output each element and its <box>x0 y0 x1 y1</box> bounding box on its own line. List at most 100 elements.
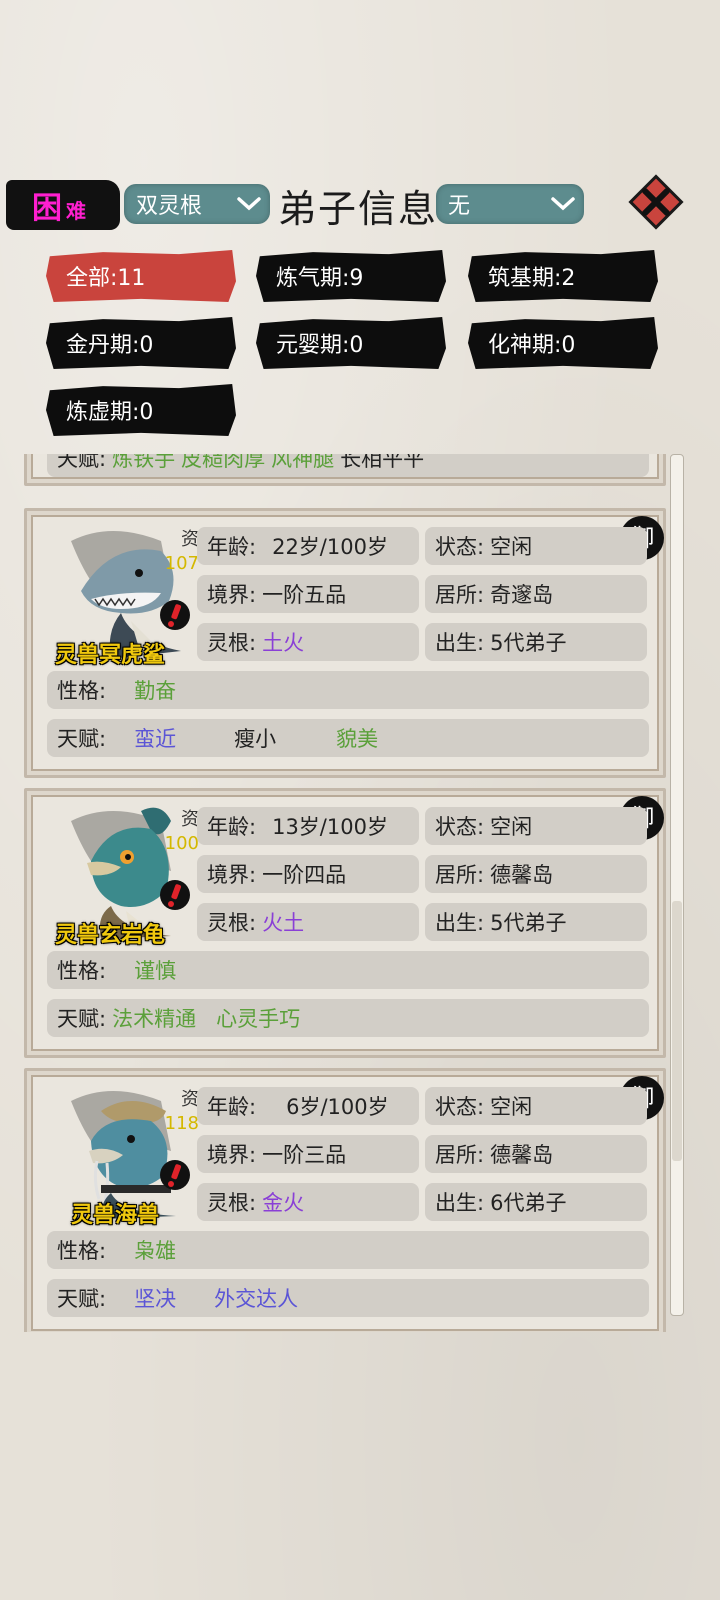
age-label: 年龄: <box>207 535 257 559</box>
residence-label: 居所: <box>435 863 485 887</box>
residence-label: 居所: <box>435 1143 485 1167</box>
difficulty-badge[interactable]: 困 难 <box>6 180 120 230</box>
page-title: 弟子信息 <box>278 187 439 231</box>
personality-field: 性格: 勤奋 <box>47 671 649 709</box>
age-field: 年龄: 22岁/100岁 <box>197 527 419 565</box>
birth-label: 出生: <box>435 1191 485 1215</box>
alert-icon <box>160 1160 190 1190</box>
age-field: 年龄: 6岁/100岁 <box>197 1087 419 1125</box>
residence-value: 德馨岛 <box>490 1143 554 1167</box>
filter-deity[interactable]: 化神期:0 <box>468 317 658 369</box>
residence-field: 居所: 奇邃岛 <box>425 575 647 613</box>
disciple-card[interactable]: 资 118 灵兽海兽 御 年龄: 6岁/100岁 状态: 空闲 境界: 一阶三品… <box>24 1068 666 1332</box>
birth-value: 5代弟子 <box>490 631 567 655</box>
scrollbar-thumb[interactable] <box>672 901 682 1161</box>
talent-field: 天赋: 法术精通 心灵手巧 <box>47 999 649 1037</box>
talent-value: 瘦小 <box>234 727 277 751</box>
status-value: 空闲 <box>490 1095 533 1119</box>
root-field: 灵根: 土火 <box>197 623 419 661</box>
list-scrollbar[interactable] <box>670 454 684 1316</box>
aptitude: 资 107 <box>159 525 199 574</box>
filter-void-refining[interactable]: 炼虚期:0 <box>46 384 236 436</box>
aptitude: 资 100 <box>159 805 199 854</box>
talent-value: 炼铁手 <box>112 454 176 471</box>
talent-field: 天赋: 坚决 外交达人 <box>47 1279 649 1317</box>
talent-value: 坚决 <box>134 1287 177 1311</box>
status-field: 状态: 空闲 <box>425 1087 647 1125</box>
talent-label: 天赋: <box>57 1287 107 1311</box>
residence-label: 居所: <box>435 583 485 607</box>
chevron-down-icon <box>237 197 261 211</box>
personality-value: 勤奋 <box>134 679 177 703</box>
status-field: 状态: 空闲 <box>425 807 647 845</box>
realm-label: 境界: <box>207 863 257 887</box>
talent-row: 天赋: 炼铁手 皮糙肉厚 风神腿 长相平平 <box>47 454 649 477</box>
root-label: 灵根: <box>207 631 257 655</box>
filter-label: 金丹期:0 <box>66 333 154 358</box>
personality-field: 性格: 枭雄 <box>47 1231 649 1269</box>
talent-value: 法术精通 <box>112 1007 197 1031</box>
filter-qi-refining[interactable]: 炼气期:9 <box>256 250 446 302</box>
disciple-name: 灵兽海兽 <box>71 1203 160 1228</box>
disciple-list[interactable]: 天赋: 炼铁手 皮糙肉厚 风神腿 长相平平 资 107 灵兽冥虎鲨 年龄: 22… <box>22 454 668 1332</box>
filter-label: 筑基期:2 <box>488 266 576 291</box>
filter-label: 全部:11 <box>66 266 146 291</box>
age-field: 年龄: 13岁/100岁 <box>197 807 419 845</box>
disciple-name: 灵兽玄岩龟 <box>55 923 166 948</box>
realm-field: 境界: 一阶三品 <box>197 1135 419 1173</box>
aptitude-value: 100 <box>164 833 199 854</box>
age-value: 13岁/100岁 <box>272 815 388 839</box>
root-filter-dropdown[interactable]: 双灵根 <box>124 184 270 224</box>
aptitude: 资 118 <box>159 1085 199 1134</box>
realm-label: 境界: <box>207 583 257 607</box>
difficulty-big: 困 <box>32 191 62 226</box>
alert-icon <box>160 880 190 910</box>
personality-label: 性格: <box>57 1239 107 1263</box>
status-filter-value: 无 <box>448 194 471 219</box>
age-value: 22岁/100岁 <box>272 535 388 559</box>
filter-label: 化神期:0 <box>488 333 576 358</box>
personality-label: 性格: <box>57 679 107 703</box>
disciple-card[interactable]: 资 107 灵兽冥虎鲨 御 年龄: 22岁/100岁 状态: 空闲 境界: 一阶… <box>24 508 666 778</box>
age-label: 年龄: <box>207 1095 257 1119</box>
filter-nascent-soul[interactable]: 元婴期:0 <box>256 317 446 369</box>
status-label: 状态: <box>435 1095 485 1119</box>
filter-foundation[interactable]: 筑基期:2 <box>468 250 658 302</box>
residence-value: 德馨岛 <box>490 863 554 887</box>
residence-value: 奇邃岛 <box>490 583 554 607</box>
talent-label: 天赋: <box>57 454 107 471</box>
realm-value: 一阶五品 <box>262 583 347 607</box>
disciple-card[interactable]: 天赋: 炼铁手 皮糙肉厚 风神腿 长相平平 <box>24 454 666 486</box>
talent-label: 天赋: <box>57 727 107 751</box>
root-filter-value: 双灵根 <box>136 194 203 219</box>
status-label: 状态: <box>435 535 485 559</box>
filter-label: 炼虚期:0 <box>66 400 154 425</box>
talent-value: 皮糙肉厚 <box>181 454 266 471</box>
personality-value: 枭雄 <box>134 1239 177 1263</box>
status-field: 状态: 空闲 <box>425 527 647 565</box>
disciple-name: 灵兽冥虎鲨 <box>55 643 166 668</box>
root-field: 灵根: 火土 <box>197 903 419 941</box>
difficulty-small: 难 <box>66 198 86 223</box>
root-value: 金火 <box>262 1191 305 1215</box>
disciple-card[interactable]: 资 100 灵兽玄岩龟 御 年龄: 13岁/100岁 状态: 空闲 境界: 一阶… <box>24 788 666 1058</box>
talent-value: 外交达人 <box>214 1287 299 1311</box>
status-label: 状态: <box>435 815 485 839</box>
root-value: 土火 <box>262 631 305 655</box>
talent-value: 蛮近 <box>134 727 177 751</box>
talent-value: 貌美 <box>336 727 379 751</box>
realm-value: 一阶三品 <box>262 1143 347 1167</box>
status-value: 空闲 <box>490 815 533 839</box>
close-icon[interactable] <box>626 172 686 232</box>
birth-field: 出生: 5代弟子 <box>425 623 647 661</box>
residence-field: 居所: 德馨岛 <box>425 855 647 893</box>
realm-field: 境界: 一阶五品 <box>197 575 419 613</box>
root-value: 火土 <box>262 911 305 935</box>
status-filter-dropdown[interactable]: 无 <box>436 184 584 224</box>
realm-label: 境界: <box>207 1143 257 1167</box>
filter-golden-core[interactable]: 金丹期:0 <box>46 317 236 369</box>
root-label: 灵根: <box>207 1191 257 1215</box>
status-value: 空闲 <box>490 535 533 559</box>
filter-label: 炼气期:9 <box>276 266 364 291</box>
filter-all[interactable]: 全部:11 <box>46 250 236 302</box>
